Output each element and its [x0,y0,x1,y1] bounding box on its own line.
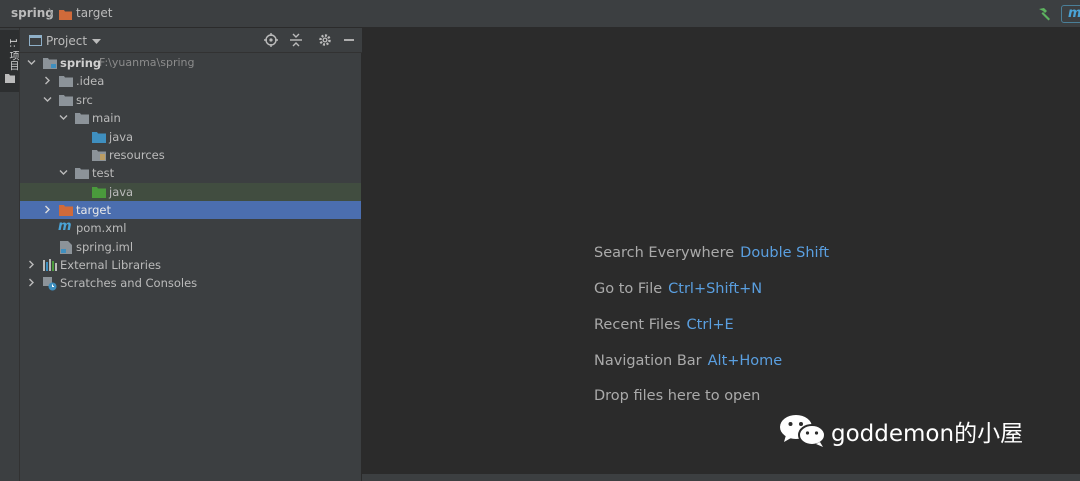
tree-item-test[interactable]: test [20,164,361,182]
hint-shortcut: Ctrl+Shift+N [668,281,763,297]
hint-label: Go to File [594,281,663,297]
hint-shortcut: Double Shift [740,245,830,261]
settings-gear-icon[interactable] [318,33,332,47]
project-view-selector[interactable]: Project [46,34,87,48]
test-source-folder-icon [92,187,106,198]
chevron-down-icon[interactable] [59,168,68,177]
hint-label: Drop files here to open [594,388,761,404]
project-panel-header: Project [20,28,362,53]
tree-item-label: java [109,185,134,199]
tree-item-label: External Libraries [60,258,162,272]
source-folder-icon [92,132,106,143]
chevron-right-icon[interactable] [43,205,52,214]
navigation-bar: spring 〉 target m [0,0,1080,28]
excluded-folder-icon [59,205,73,216]
tree-item-java-main[interactable]: java [20,128,361,146]
tree-item-scratches[interactable]: Scratches and Consoles [20,274,361,292]
folder-icon [5,74,15,83]
status-strip [362,474,1080,481]
watermark-text: goddemon的小屋 [831,421,1024,447]
chevron-down-icon[interactable] [59,113,68,122]
hint-label: Search Everywhere [594,245,735,261]
hint-label: Recent Files [594,317,681,333]
tree-item-src[interactable]: src [20,91,361,109]
tree-item-label: pom.xml [76,221,127,235]
chevron-down-icon[interactable] [27,58,36,67]
locate-icon[interactable] [264,33,278,47]
chevron-down-icon[interactable] [92,39,101,45]
library-icon [43,259,57,271]
hint-drop-files: Drop files here to open [594,388,760,404]
folder-icon [59,76,73,87]
project-tool-tab-label[interactable]: 1: 项目 [5,38,20,71]
folder-icon [75,168,89,179]
maven-file-icon: m [58,219,72,234]
folder-icon [59,10,72,20]
tree-item-idea[interactable]: .idea [20,72,361,90]
tree-item-label: src [76,93,93,107]
tool-window-stripe [0,28,20,481]
project-window-icon [29,35,42,46]
breadcrumb-target[interactable]: target [76,6,113,20]
chevron-right-icon[interactable] [27,278,36,287]
folder-icon [59,95,73,106]
project-panel: Project spring F:\yuanma\spring .idea sr… [20,28,362,481]
tree-item-label: test [92,166,115,180]
tree-item-label: .idea [76,74,105,88]
tree-item-label: spring [60,56,101,70]
hint-navigation-bar: Navigation Bar Alt+Home [594,353,782,369]
chevron-right-icon[interactable] [43,76,52,85]
tree-item-target[interactable]: target [20,201,361,219]
tree-item-resources[interactable]: resources [20,146,361,164]
hint-shortcut: Alt+Home [707,353,783,369]
collapse-all-icon[interactable] [289,33,303,47]
tree-item-label: main [92,111,121,125]
hint-recent-files: Recent Files Ctrl+E [594,317,734,333]
tree-item-java-test[interactable]: java [20,183,361,201]
folder-icon [75,113,89,124]
hint-search-everywhere: Search Everywhere Double Shift [594,245,829,261]
tree-item-label: java [109,130,134,144]
chevron-right-icon[interactable] [27,260,36,269]
chevron-down-icon[interactable] [43,95,52,104]
tree-item-iml[interactable]: spring.iml [20,238,361,256]
hint-go-to-file: Go to File Ctrl+Shift+N [594,281,762,297]
tree-item-external-libraries[interactable]: External Libraries [20,256,361,274]
scratches-icon [43,277,57,291]
maven-button[interactable]: m [1061,5,1080,23]
module-file-icon [60,241,72,254]
hint-shortcut: Ctrl+E [686,317,734,333]
resources-folder-icon [92,150,106,161]
project-root-path: F:\yuanma\spring [99,56,195,69]
hint-label: Navigation Bar [594,353,702,369]
tree-item-label: target [76,203,111,217]
tree-item-label: spring.iml [76,240,134,254]
tree-item-label: resources [109,148,165,162]
tree-item-label: Scratches and Consoles [60,276,198,290]
tree-item-main[interactable]: main [20,109,361,127]
tree-item-pom[interactable]: m pom.xml [20,219,361,237]
tree-item-spring[interactable]: spring F:\yuanma\spring [20,54,361,72]
hide-minus-icon[interactable] [342,33,356,47]
wechat-icon [780,415,826,447]
module-folder-icon [43,58,57,69]
build-hammer-icon[interactable] [1036,6,1052,22]
project-root-name: spring [60,56,102,70]
